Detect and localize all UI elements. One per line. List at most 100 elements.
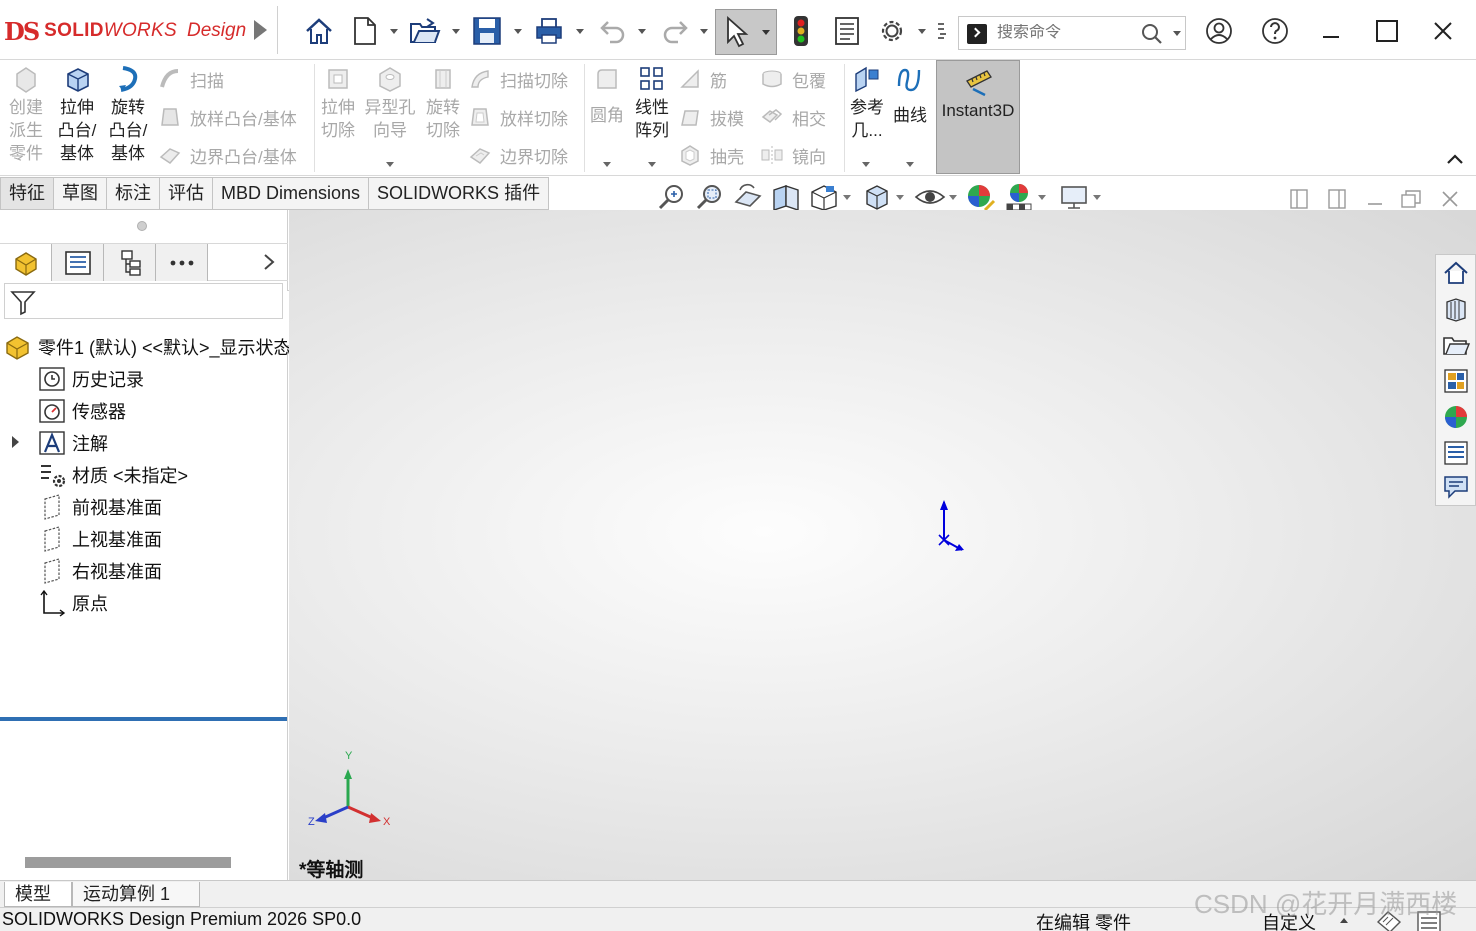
rib-button[interactable]: 筋 xyxy=(678,64,727,94)
undo-icon[interactable] xyxy=(596,14,630,48)
manager-tabs-next-chevron-icon[interactable] xyxy=(262,253,276,276)
tab-evaluate[interactable]: 评估 xyxy=(160,177,213,210)
tree-item-right-plane[interactable]: 右视基准面 xyxy=(38,556,162,586)
extruded-boss-button[interactable]: 拉伸 凸台/ 基体 xyxy=(54,64,100,165)
zoom-to-area-icon[interactable] xyxy=(694,182,726,212)
custom-properties-icon[interactable] xyxy=(1440,437,1472,469)
mirror-button[interactable]: 镜向 xyxy=(760,140,826,170)
tab-sketch[interactable]: 草图 xyxy=(54,177,107,210)
shell-button[interactable]: 抽壳 xyxy=(678,140,744,170)
solidworks-logo[interactable]: DS SOLIDWORKS Design xyxy=(4,16,246,46)
maximize-window-icon[interactable] xyxy=(1370,14,1404,48)
more-managers-tab[interactable] xyxy=(156,244,208,281)
open-folder-icon[interactable] xyxy=(408,14,442,48)
tab-model[interactable]: 模型 xyxy=(4,882,72,907)
design-library-icon[interactable] xyxy=(1440,293,1472,325)
linear-pattern-button[interactable]: 线性 阵列 xyxy=(630,64,674,142)
draft-button[interactable]: 拔模 xyxy=(678,102,744,132)
user-account-icon[interactable] xyxy=(1202,14,1236,48)
tab-solidworks-addins[interactable]: SOLIDWORKS 插件 xyxy=(369,177,550,210)
fillet-button[interactable]: 圆角 xyxy=(588,64,626,127)
tree-item-front-plane[interactable]: 前视基准面 xyxy=(38,492,162,522)
apply-scene-icon[interactable] xyxy=(1003,182,1035,212)
panel-horizontal-scrollbar[interactable] xyxy=(25,857,231,868)
redo-icon[interactable] xyxy=(658,14,692,48)
view-settings-caret-icon[interactable] xyxy=(1093,194,1101,200)
file-properties-icon[interactable] xyxy=(830,14,864,48)
edit-appearance-icon[interactable] xyxy=(965,182,997,212)
reference-geometry-button[interactable]: 参考 几... xyxy=(848,64,886,142)
toolbar-overflow-icon[interactable] xyxy=(932,14,952,48)
tab-motion-study-1[interactable]: 运动算例 1 xyxy=(72,882,200,907)
tree-item-top-plane[interactable]: 上视基准面 xyxy=(38,524,162,554)
tile-right-icon[interactable] xyxy=(1324,186,1350,212)
view-settings-icon[interactable] xyxy=(1058,182,1090,212)
rebuild-traffic-light-icon[interactable] xyxy=(784,14,818,48)
tree-item-annotations[interactable]: 注解 xyxy=(38,428,108,458)
print-dropdown-caret-icon[interactable] xyxy=(576,29,584,34)
wrap-button[interactable]: 包覆 xyxy=(760,64,826,94)
zoom-to-fit-icon[interactable] xyxy=(656,182,688,212)
view-orientation-icon[interactable] xyxy=(808,182,840,212)
open-dropdown-caret-icon[interactable] xyxy=(452,29,460,34)
curves-button[interactable]: 曲线 xyxy=(890,64,930,127)
help-icon[interactable] xyxy=(1258,14,1292,48)
options-dropdown-caret-icon[interactable] xyxy=(918,29,926,34)
options-gear-icon[interactable] xyxy=(875,14,909,48)
swept-cut-button[interactable]: 扫描切除 xyxy=(468,64,568,94)
redo-dropdown-caret-icon[interactable] xyxy=(700,29,708,34)
instant3d-button[interactable]: Instant3D xyxy=(936,60,1020,174)
print-icon[interactable] xyxy=(532,14,566,48)
swept-boss-button[interactable]: 扫描 xyxy=(158,64,224,94)
curves-caret-icon[interactable] xyxy=(906,162,914,167)
tree-item-sensors[interactable]: 传感器 xyxy=(38,396,126,426)
undo-dropdown-caret-icon[interactable] xyxy=(638,29,646,34)
select-dropdown-caret-icon[interactable] xyxy=(762,30,770,35)
tree-item-history[interactable]: 历史记录 xyxy=(38,364,144,394)
new-dropdown-caret-icon[interactable] xyxy=(390,29,398,34)
select-tool-button[interactable] xyxy=(715,9,777,55)
file-explorer-icon[interactable] xyxy=(1440,329,1472,361)
doc-restore-icon[interactable] xyxy=(1398,186,1424,212)
revolved-boss-button[interactable]: 旋转 凸台/ 基体 xyxy=(104,64,152,165)
appearances-scenes-icon[interactable] xyxy=(1440,401,1472,433)
tree-item-material[interactable]: 材质 <未指定> xyxy=(38,460,188,490)
view-palette-icon[interactable] xyxy=(1440,365,1472,397)
graphics-area[interactable]: Y X Z *等轴测 xyxy=(289,210,1476,880)
create-derived-part-button[interactable]: 创建 派生 零件 xyxy=(4,64,48,165)
tree-root-part[interactable]: 零件1 (默认) <<默认>_显示状态 1> xyxy=(4,332,317,362)
tree-filter-box[interactable] xyxy=(4,283,283,319)
hide-show-caret-icon[interactable] xyxy=(949,194,957,200)
search-icon[interactable] xyxy=(1141,23,1163,45)
display-style-caret-icon[interactable] xyxy=(896,194,904,200)
forum-chat-icon[interactable] xyxy=(1440,471,1472,503)
tab-markup[interactable]: 标注 xyxy=(107,177,160,210)
hide-show-items-icon[interactable] xyxy=(914,182,946,212)
boundary-boss-button[interactable]: 边界凸台/基体 xyxy=(158,140,297,170)
tab-features[interactable]: 特征 xyxy=(0,177,54,210)
minimize-window-icon[interactable] xyxy=(1314,14,1348,48)
featuremanager-tree-tab[interactable] xyxy=(0,244,52,281)
panel-splitter-handle[interactable] xyxy=(137,221,147,231)
expand-annotations-arrow-icon[interactable] xyxy=(12,436,19,448)
search-dropdown-caret-icon[interactable] xyxy=(1173,31,1181,36)
extruded-cut-button[interactable]: 拉伸 切除 xyxy=(318,64,358,142)
save-icon[interactable] xyxy=(470,14,504,48)
intersect-button[interactable]: 相交 xyxy=(760,102,826,132)
close-window-icon[interactable] xyxy=(1426,14,1460,48)
tab-mbd-dimensions[interactable]: MBD Dimensions xyxy=(213,177,370,210)
doc-close-icon[interactable] xyxy=(1437,186,1463,212)
previous-view-icon[interactable] xyxy=(732,182,764,212)
view-orientation-caret-icon[interactable] xyxy=(843,194,851,200)
collapse-ribbon-chevron-icon[interactable] xyxy=(1446,152,1464,164)
fillet-caret-icon[interactable] xyxy=(603,162,611,167)
reference-geometry-caret-icon[interactable] xyxy=(862,162,870,167)
solidworks-resources-home-icon[interactable] xyxy=(1440,257,1472,289)
tree-item-origin[interactable]: 原点 xyxy=(38,588,108,618)
boundary-cut-button[interactable]: 边界切除 xyxy=(468,140,568,170)
apply-scene-caret-icon[interactable] xyxy=(1038,194,1046,200)
linear-pattern-caret-icon[interactable] xyxy=(648,162,656,167)
section-view-icon[interactable] xyxy=(770,182,802,212)
configurationmanager-tab[interactable] xyxy=(104,244,156,281)
home-icon[interactable] xyxy=(302,14,336,48)
